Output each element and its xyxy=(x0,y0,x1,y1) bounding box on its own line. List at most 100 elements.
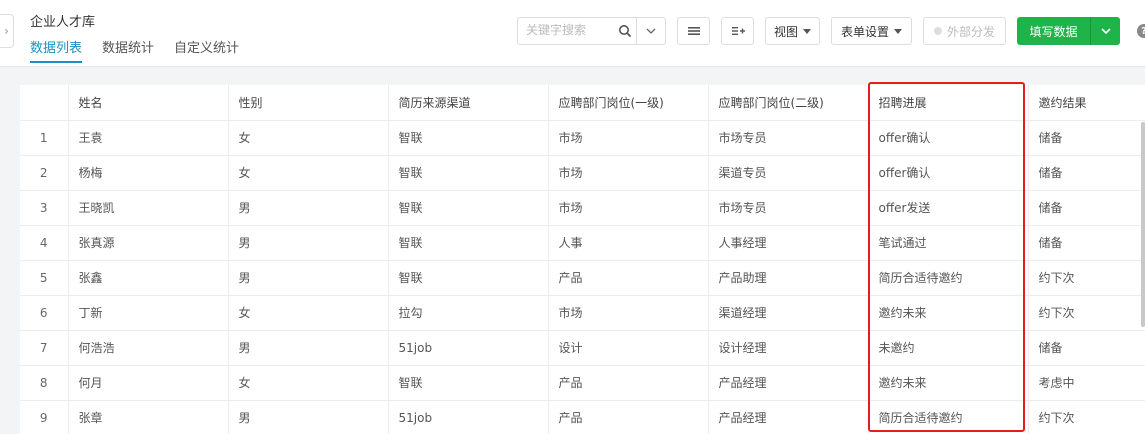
cell-progress[interactable]: 未邀约 xyxy=(868,330,1029,366)
back-chevron-icon[interactable]: › xyxy=(0,14,14,48)
view-button[interactable]: 视图 xyxy=(765,17,820,45)
add-row-button[interactable] xyxy=(721,17,754,45)
column-header-progress[interactable]: 招聘进展 xyxy=(868,85,1029,121)
cell-source[interactable]: 智联 xyxy=(388,120,549,156)
cell-dept-level2[interactable]: 产品经理 xyxy=(708,365,869,401)
table-row[interactable]: 1 王袁 女 智联 市场 市场专员 offer确认 储备 xyxy=(20,120,1145,156)
column-header-dept-level1[interactable]: 应聘部门岗位(一级) xyxy=(548,85,709,121)
cell-progress[interactable]: 邀约未来 xyxy=(868,295,1029,331)
cell-progress[interactable]: offer确认 xyxy=(868,155,1029,191)
search-dropdown-chevron-icon[interactable] xyxy=(636,18,665,44)
cell-name[interactable]: 张章 xyxy=(68,400,229,434)
vertical-scrollbar[interactable] xyxy=(1141,122,1145,327)
cell-dept-level1[interactable]: 产品 xyxy=(548,260,709,296)
column-header-dept-level2[interactable]: 应聘部门岗位(二级) xyxy=(708,85,869,121)
cell-name[interactable]: 杨梅 xyxy=(68,155,229,191)
cell-invite-result[interactable]: 约下次 xyxy=(1028,295,1145,331)
table-row[interactable]: 9 张章 男 51job 产品 产品经理 简历合适待邀约 约下次 xyxy=(20,400,1145,434)
cell-gender[interactable]: 男 xyxy=(228,330,389,366)
cell-dept-level2[interactable]: 设计经理 xyxy=(708,330,869,366)
list-view-button[interactable] xyxy=(677,17,710,45)
cell-dept-level1[interactable]: 产品 xyxy=(548,400,709,434)
search-input[interactable] xyxy=(526,23,611,37)
cell-invite-result[interactable]: 约下次 xyxy=(1028,400,1145,434)
help-icon[interactable]: ? xyxy=(1137,24,1145,38)
cell-progress[interactable]: 邀约未来 xyxy=(868,365,1029,401)
cell-gender[interactable]: 女 xyxy=(228,295,389,331)
row-index: 6 xyxy=(20,295,69,331)
table-row[interactable]: 8 何月 女 智联 产品 产品经理 邀约未来 考虑中 xyxy=(20,365,1145,401)
cell-source[interactable]: 51job xyxy=(388,330,549,366)
cell-dept-level1[interactable]: 产品 xyxy=(548,365,709,401)
cell-dept-level2[interactable]: 市场专员 xyxy=(708,190,869,226)
table-row[interactable]: 5 张鑫 男 智联 产品 产品助理 简历合适待邀约 约下次 xyxy=(20,260,1145,296)
cell-name[interactable]: 丁新 xyxy=(68,295,229,331)
cell-progress[interactable]: offer发送 xyxy=(868,190,1029,226)
cell-name[interactable]: 张鑫 xyxy=(68,260,229,296)
cell-name[interactable]: 王晓凯 xyxy=(68,190,229,226)
cell-invite-result[interactable]: 储备 xyxy=(1028,155,1145,191)
row-index: 2 xyxy=(20,155,69,191)
cell-gender[interactable]: 女 xyxy=(228,120,389,156)
cell-dept-level1[interactable]: 市场 xyxy=(548,190,709,226)
cell-name[interactable]: 何浩浩 xyxy=(68,330,229,366)
fill-data-button[interactable]: 填写数据 xyxy=(1017,17,1091,45)
tab-data-statistics[interactable]: 数据统计 xyxy=(102,37,154,63)
column-header-name[interactable]: 姓名 xyxy=(68,85,229,121)
table-row[interactable]: 4 张真源 男 智联 人事 人事经理 笔试通过 储备 xyxy=(20,225,1145,261)
cell-gender[interactable]: 男 xyxy=(228,225,389,261)
cell-progress[interactable]: 简历合适待邀约 xyxy=(868,260,1029,296)
search-icon[interactable] xyxy=(618,24,632,41)
cell-invite-result[interactable]: 约下次 xyxy=(1028,260,1145,296)
cell-name[interactable]: 王袁 xyxy=(68,120,229,156)
column-header-gender[interactable]: 性别 xyxy=(228,85,389,121)
cell-gender[interactable]: 男 xyxy=(228,190,389,226)
fill-data-dropdown-chevron-icon[interactable] xyxy=(1091,17,1120,45)
cell-gender[interactable]: 女 xyxy=(228,155,389,191)
cell-dept-level2[interactable]: 人事经理 xyxy=(708,225,869,261)
cell-name[interactable]: 张真源 xyxy=(68,225,229,261)
table-row[interactable]: 2 杨梅 女 智联 市场 渠道专员 offer确认 储备 xyxy=(20,155,1145,191)
cell-dept-level1[interactable]: 市场 xyxy=(548,120,709,156)
cell-source[interactable]: 智联 xyxy=(388,260,549,296)
table-row[interactable]: 3 王晓凯 男 智联 市场 市场专员 offer发送 储备 xyxy=(20,190,1145,226)
cell-gender[interactable]: 男 xyxy=(228,400,389,434)
column-header-source[interactable]: 简历来源渠道 xyxy=(388,85,549,121)
cell-dept-level1[interactable]: 设计 xyxy=(548,330,709,366)
cell-progress[interactable]: 简历合适待邀约 xyxy=(868,400,1029,434)
cell-gender[interactable]: 女 xyxy=(228,365,389,401)
cell-source[interactable]: 拉勾 xyxy=(388,295,549,331)
cell-dept-level2[interactable]: 渠道经理 xyxy=(708,295,869,331)
external-share-label: 外部分发 xyxy=(946,24,995,39)
search-box xyxy=(517,17,666,45)
cell-source[interactable]: 智联 xyxy=(388,225,549,261)
cell-source[interactable]: 智联 xyxy=(388,365,549,401)
tab-data-list[interactable]: 数据列表 xyxy=(30,37,83,63)
cell-name[interactable]: 何月 xyxy=(68,365,229,401)
cell-progress[interactable]: offer确认 xyxy=(868,120,1029,156)
form-settings-button[interactable]: 表单设置 xyxy=(831,17,912,45)
tab-custom-statistics[interactable]: 自定义统计 xyxy=(174,37,239,63)
cell-source[interactable]: 智联 xyxy=(388,155,549,191)
cell-dept-level2[interactable]: 市场专员 xyxy=(708,120,869,156)
fill-data-button-group: 填写数据 xyxy=(1017,17,1120,45)
cell-invite-result[interactable]: 储备 xyxy=(1028,330,1145,366)
cell-dept-level2[interactable]: 渠道专员 xyxy=(708,155,869,191)
cell-progress[interactable]: 笔试通过 xyxy=(868,225,1029,261)
external-share-button[interactable]: 外部分发 xyxy=(923,17,1006,45)
table-row[interactable]: 7 何浩浩 男 51job 设计 设计经理 未邀约 储备 xyxy=(20,330,1145,366)
cell-invite-result[interactable]: 考虑中 xyxy=(1028,365,1145,401)
cell-dept-level2[interactable]: 产品助理 xyxy=(708,260,869,296)
cell-dept-level1[interactable]: 人事 xyxy=(548,225,709,261)
cell-dept-level2[interactable]: 产品经理 xyxy=(708,400,869,434)
table-row[interactable]: 6 丁新 女 拉勾 市场 渠道经理 邀约未来 约下次 xyxy=(20,295,1145,331)
cell-source[interactable]: 51job xyxy=(388,400,549,434)
cell-invite-result[interactable]: 储备 xyxy=(1028,190,1145,226)
cell-invite-result[interactable]: 储备 xyxy=(1028,225,1145,261)
cell-dept-level1[interactable]: 市场 xyxy=(548,155,709,191)
column-header-invite-result[interactable]: 邀约结果 xyxy=(1028,85,1145,121)
cell-source[interactable]: 智联 xyxy=(388,190,549,226)
cell-invite-result[interactable]: 储备 xyxy=(1028,120,1145,156)
cell-gender[interactable]: 男 xyxy=(228,260,389,296)
cell-dept-level1[interactable]: 市场 xyxy=(548,295,709,331)
